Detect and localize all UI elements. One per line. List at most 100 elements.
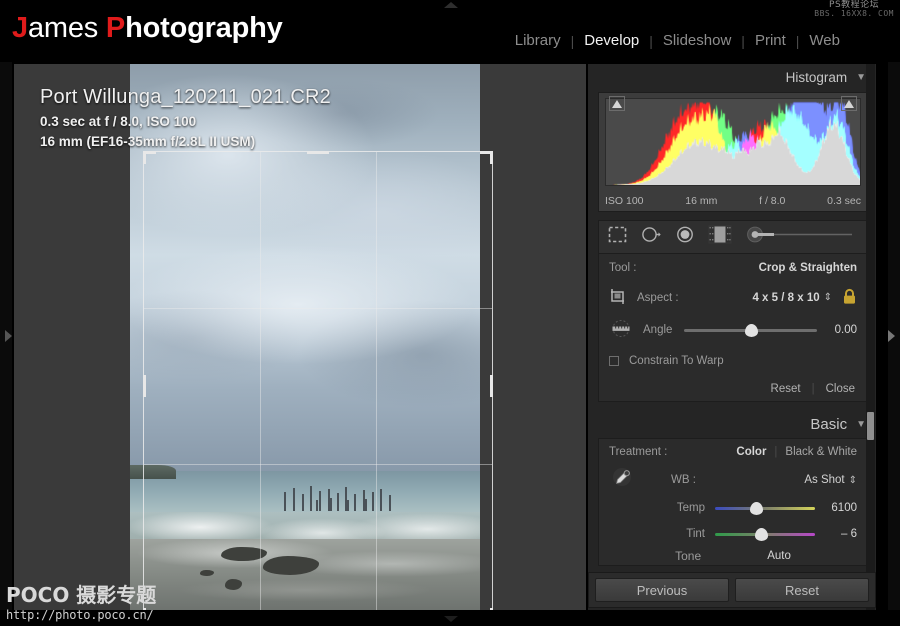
treatment-separator: | xyxy=(774,446,778,458)
shadow-clipping-icon[interactable] xyxy=(609,96,625,111)
top-panel-toggle-icon[interactable] xyxy=(444,2,458,8)
watermark-bottom-left-line2: http://photo.poco.cn/ xyxy=(6,608,154,622)
right-panel-scrollbar-thumb[interactable] xyxy=(867,412,874,440)
right-panel-scrollbar[interactable] xyxy=(866,64,875,610)
nav-item-develop[interactable]: Develop xyxy=(574,32,649,49)
crop-tool-panel: Tool : Crop & Straighten Aspect : 4 x 5 … xyxy=(598,254,868,402)
tint-value[interactable]: – 6 xyxy=(823,528,857,540)
tint-row: Tint – 6 xyxy=(599,521,867,547)
tool-row: Tool : Crop & Straighten xyxy=(599,254,867,281)
photo-info-overlay: Port Willunga_120211_021.CR2 0.3 sec at … xyxy=(40,86,331,153)
right-panel-collapse-icon[interactable] xyxy=(888,330,895,342)
temp-value[interactable]: 6100 xyxy=(823,502,857,514)
constrain-label: Constrain To Warp xyxy=(629,355,724,367)
nav-item-print[interactable]: Print xyxy=(745,32,796,49)
basic-header[interactable]: Basic ▼ xyxy=(588,410,876,438)
crop-close-button[interactable]: Close xyxy=(826,383,855,395)
aspect-row: Aspect : 4 x 5 / 8 x 10 ⇕ xyxy=(599,281,867,314)
angle-label: Angle xyxy=(643,324,673,336)
wb-label: WB : xyxy=(671,474,696,486)
crop-button-separator: | xyxy=(811,382,815,395)
crop-handle-right[interactable] xyxy=(490,375,493,397)
angle-slider[interactable] xyxy=(684,323,817,337)
histogram-plot[interactable] xyxy=(605,98,861,186)
angle-row: Angle 0.00 xyxy=(599,314,867,346)
constrain-row[interactable]: Constrain To Warp xyxy=(599,346,867,376)
logo-j: J xyxy=(12,12,28,44)
histogram-iso: ISO 100 xyxy=(605,195,644,207)
temp-slider[interactable] xyxy=(715,501,815,515)
crop-handle-tl2[interactable] xyxy=(143,151,146,164)
histogram-focal: 16 mm xyxy=(685,195,718,207)
temp-slider-knob[interactable] xyxy=(750,501,763,515)
crop-frame-icon[interactable] xyxy=(609,288,627,308)
watermark-top-right-line2: BBS. 16XX8. COM xyxy=(814,9,894,19)
angle-slider-knob[interactable] xyxy=(744,323,758,337)
highlight-clipping-icon[interactable] xyxy=(841,96,857,111)
treatment-row: Treatment : Color | Black & White xyxy=(599,439,867,465)
left-panel-collapse-icon[interactable] xyxy=(5,330,12,342)
crop-reset-button[interactable]: Reset xyxy=(771,383,801,395)
graduated-filter-icon[interactable] xyxy=(708,225,732,249)
wb-stepper-icon[interactable]: ⇕ xyxy=(849,475,857,486)
module-nav: Library | Develop | Slideshow | Print | … xyxy=(505,32,850,49)
histogram-title: Histogram xyxy=(785,69,848,85)
crop-handle-left[interactable] xyxy=(143,375,146,397)
right-panel: Histogram ▼ ISO 100 16 mm f / 8.0 0.3 se… xyxy=(588,64,876,610)
histogram-metadata: ISO 100 16 mm f / 8.0 0.3 sec xyxy=(605,195,861,207)
chevron-down-icon[interactable]: ▼ xyxy=(856,419,866,430)
histogram-aperture: f / 8.0 xyxy=(759,195,786,207)
nav-item-web[interactable]: Web xyxy=(799,32,850,49)
crop-handle-br2[interactable] xyxy=(490,608,493,610)
histogram-panel: ISO 100 16 mm f / 8.0 0.3 sec xyxy=(598,92,868,212)
nav-item-slideshow[interactable]: Slideshow xyxy=(653,32,741,49)
crop-handle-tr2[interactable] xyxy=(490,151,493,164)
lightroom-window: PS教程论坛 BBS. 16XX8. COM James Photography… xyxy=(0,0,900,626)
tool-strip xyxy=(598,220,868,254)
angle-value[interactable]: 0.00 xyxy=(827,324,857,336)
photo-wrapper: Port Willunga_120211_021.CR2 0.3 sec at … xyxy=(14,64,586,610)
app-header: James Photography Library | Develop | Sl… xyxy=(0,10,900,62)
photo-lens: 16 mm (EF16-35mm f/2.8L II USM) xyxy=(40,134,256,150)
watermark-bottom-left-line1: POCO 摄影专题 xyxy=(6,583,157,607)
tool-label: Tool : xyxy=(609,261,637,274)
nav-item-library[interactable]: Library xyxy=(505,32,571,49)
tint-label: Tint xyxy=(686,528,705,540)
logo-hotography: hotography xyxy=(125,12,283,44)
spot-removal-icon[interactable] xyxy=(641,226,662,248)
treatment-bw-option[interactable]: Black & White xyxy=(785,446,857,458)
wb-row: WB : As Shot ⇕ xyxy=(599,465,867,495)
histogram-header[interactable]: Histogram ▼ xyxy=(588,64,876,90)
logo-p: P xyxy=(105,12,126,44)
crop-overlay-icon[interactable] xyxy=(608,226,627,248)
tint-slider-knob[interactable] xyxy=(755,527,768,541)
aspect-value[interactable]: 4 x 5 / 8 x 10 xyxy=(752,292,819,304)
temp-label: Temp xyxy=(676,502,705,514)
crop-overlay[interactable] xyxy=(143,151,493,610)
aspect-stepper-icon[interactable]: ⇕ xyxy=(824,292,832,303)
treatment-color-option[interactable]: Color xyxy=(736,446,766,458)
chevron-down-icon[interactable]: ▼ xyxy=(856,72,866,83)
straighten-tool-icon[interactable] xyxy=(609,320,633,340)
filmstrip-toggle-icon[interactable] xyxy=(444,616,458,622)
red-eye-icon[interactable] xyxy=(676,226,694,248)
constrain-to-warp-checkbox[interactable] xyxy=(609,356,619,366)
wb-value[interactable]: As Shot xyxy=(804,474,844,486)
app-logo: James Photography xyxy=(12,12,283,45)
treatment-label: Treatment : xyxy=(609,446,668,458)
reset-button[interactable]: Reset xyxy=(735,578,869,602)
white-balance-selector-icon[interactable] xyxy=(609,466,635,495)
tint-slider[interactable] xyxy=(715,527,815,541)
previous-button[interactable]: Previous xyxy=(595,578,729,602)
photo-exposure: 0.3 sec at f / 8.0, ISO 100 xyxy=(40,114,197,129)
tool-value[interactable]: Crop & Straighten xyxy=(759,262,857,274)
aspect-lock-icon[interactable] xyxy=(842,288,857,308)
aspect-label: Aspect : xyxy=(637,291,679,304)
histogram-shutter: 0.3 sec xyxy=(827,195,861,207)
auto-tone-button[interactable]: Auto xyxy=(767,550,791,562)
adjustment-brush-icon[interactable] xyxy=(746,226,856,248)
basic-title: Basic xyxy=(810,415,848,433)
photo-stage[interactable]: Port Willunga_120211_021.CR2 0.3 sec at … xyxy=(14,64,586,610)
bottom-button-bar: Previous Reset xyxy=(588,572,876,608)
crop-action-row: Reset | Close xyxy=(599,376,867,401)
